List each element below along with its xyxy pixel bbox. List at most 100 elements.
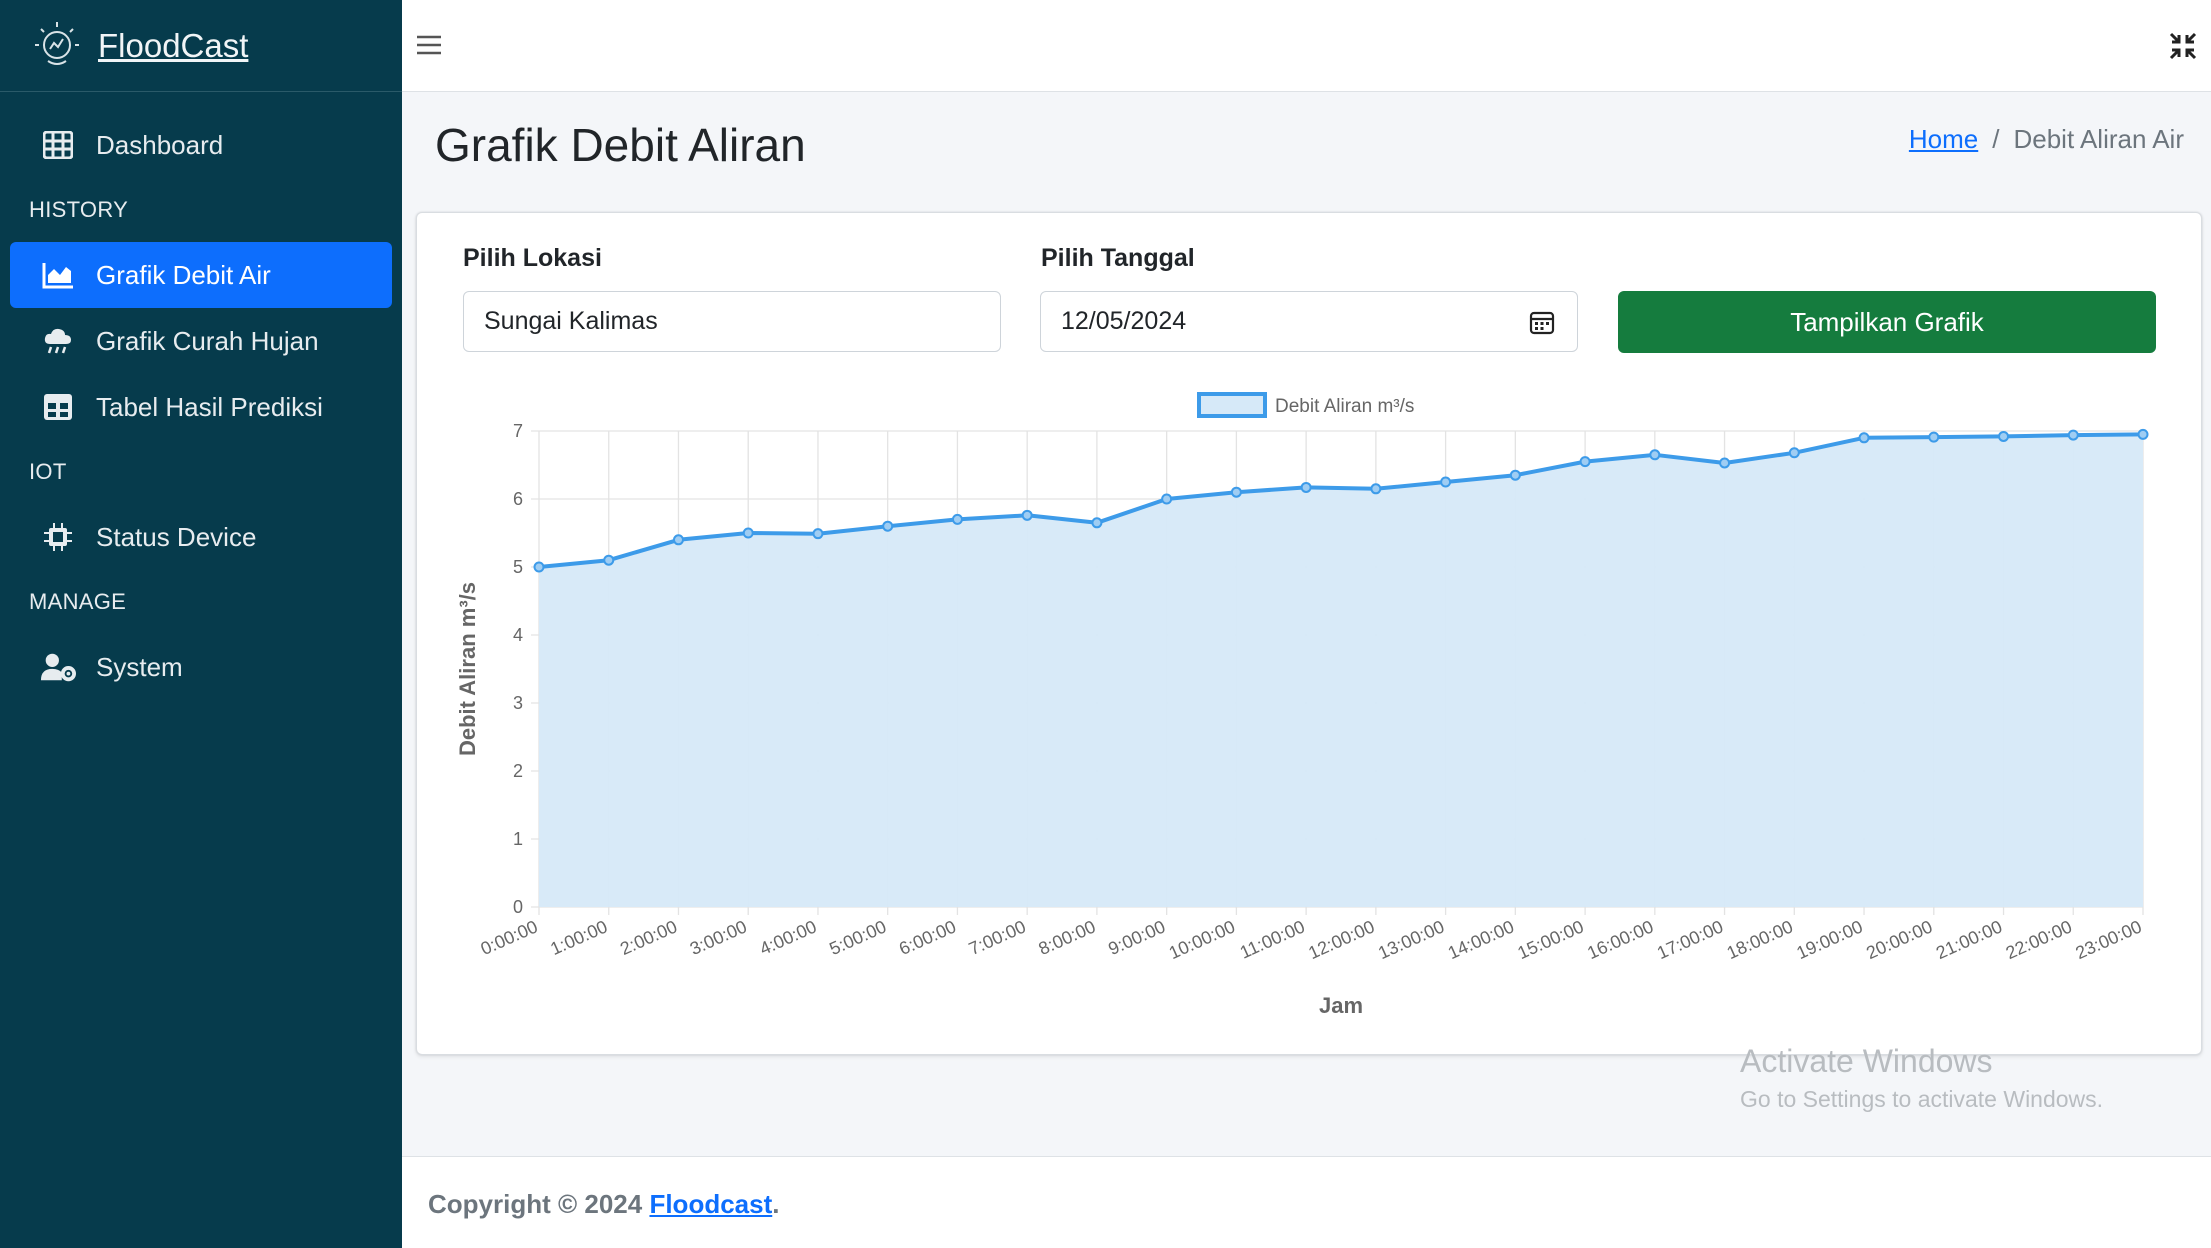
- copyright-prefix: Copyright © 2024: [428, 1189, 643, 1219]
- floodcast-logo-icon: [35, 21, 79, 65]
- chart-data-point[interactable]: [812, 528, 824, 540]
- chart-data-point[interactable]: [1509, 469, 1521, 481]
- chart-x-tick-label: 9:00:00: [1105, 916, 1168, 959]
- chart-data-point[interactable]: [1998, 430, 2010, 442]
- chart-x-tick-label: 1:00:00: [547, 916, 610, 959]
- footer: Copyright © 2024 Floodcast.: [402, 1156, 2211, 1248]
- breadcrumb-current: Debit Aliran Air: [2013, 124, 2184, 154]
- chart-data-point[interactable]: [1440, 476, 1452, 488]
- chart-data-point[interactable]: [1788, 447, 1800, 459]
- sidebar-item-label: Status Device: [96, 521, 257, 552]
- sidebar-item-grafik-curah-hujan[interactable]: Grafik Curah Hujan: [10, 308, 392, 374]
- breadcrumb-home-link[interactable]: Home: [1909, 124, 1978, 155]
- chart-data-point[interactable]: [1370, 483, 1382, 495]
- windows-activation-watermark: Activate Windows Go to Settings to activ…: [1740, 1043, 2103, 1113]
- table-icon: [40, 389, 76, 425]
- chart-y-tick-label: 4: [513, 625, 523, 645]
- chart-x-tick-label: 19:00:00: [1794, 916, 1866, 963]
- chart-data-point[interactable]: [1230, 486, 1242, 498]
- sidebar-item-label: System: [96, 651, 183, 682]
- chart-data-point[interactable]: [603, 554, 615, 566]
- chart-x-tick-label: 4:00:00: [757, 916, 820, 959]
- topbar: [402, 0, 2211, 92]
- user-gear-icon: [40, 649, 76, 685]
- copyright-text: Copyright © 2024 Floodcast.: [428, 1189, 779, 1220]
- chart-x-tick-label: 22:00:00: [2003, 916, 2075, 963]
- footer-floodcast-link[interactable]: Floodcast: [649, 1189, 772, 1219]
- sidebar-item-label: Tabel Hasil Prediksi: [96, 391, 323, 422]
- nav-header-history: HISTORY: [29, 197, 129, 222]
- chart-card: Pilih Lokasi Sungai Kalimas Pilih Tangga…: [416, 212, 2202, 1055]
- fullscreen-exit-icon[interactable]: [2167, 30, 2199, 62]
- chart-data-point[interactable]: [1858, 432, 1870, 444]
- chart-x-tick-label: 17:00:00: [1654, 916, 1726, 963]
- chart-y-tick-label: 3: [513, 693, 523, 713]
- sidebar-item-label: Dashboard: [96, 129, 224, 160]
- table-grid-icon: [40, 127, 76, 163]
- hamburger-menu-icon[interactable]: [414, 30, 444, 60]
- chart-area-fill: [539, 434, 2143, 907]
- chart-y-tick-label: 1: [513, 829, 523, 849]
- chart-y-tick-label: 2: [513, 761, 523, 781]
- watermark-title: Activate Windows: [1740, 1043, 1993, 1079]
- chart-x-tick-label: 15:00:00: [1515, 916, 1587, 963]
- page-title: Grafik Debit Aliran: [435, 119, 806, 171]
- chart-data-point[interactable]: [1021, 509, 1033, 521]
- chart-x-tick-label: 6:00:00: [896, 916, 959, 959]
- chart-x-tick-label: 0:00:00: [478, 916, 541, 959]
- chart-y-tick-label: 7: [513, 421, 523, 441]
- chart-x-tick-label: 2:00:00: [617, 916, 680, 959]
- chart-x-tick-label: 3:00:00: [687, 916, 750, 959]
- chart-data-point[interactable]: [1091, 517, 1103, 529]
- sidebar-item-tabel-hasil-prediksi[interactable]: Tabel Hasil Prediksi: [10, 374, 392, 440]
- nav-header-manage: MANAGE: [29, 589, 127, 614]
- chart-x-tick-label: 5:00:00: [826, 916, 889, 959]
- sidebar-item-system[interactable]: System: [10, 634, 392, 700]
- sidebar-item-label: Grafik Debit Air: [96, 259, 271, 290]
- watermark-subtitle: Go to Settings to activate Windows.: [1740, 1086, 2104, 1112]
- chart-x-tick-label: 7:00:00: [966, 916, 1029, 959]
- chart-legend-label[interactable]: Debit Aliran m³/s: [1275, 396, 1414, 417]
- nav-header-iot: IOT: [29, 459, 67, 484]
- chart-data-point[interactable]: [1649, 449, 1661, 461]
- chart-data-point[interactable]: [1161, 493, 1173, 505]
- sidebar-item-label: Grafik Curah Hujan: [96, 325, 319, 356]
- chart-x-tick-label: 8:00:00: [1036, 916, 1099, 959]
- chart-x-tick-label: 20:00:00: [1863, 916, 1935, 963]
- chart-data-point[interactable]: [742, 527, 754, 539]
- chart-x-tick-label: 18:00:00: [1724, 916, 1796, 963]
- brand[interactable]: FloodCast: [0, 0, 402, 92]
- chart-y-axis-label: Debit Aliran m³/s: [455, 582, 480, 756]
- chart-y-tick-label: 5: [513, 557, 523, 577]
- chart-x-tick-label: 10:00:00: [1166, 916, 1238, 963]
- chart-y-tick-label: 6: [513, 489, 523, 509]
- sidebar: FloodCast Dashboard HISTORY Grafik Debit…: [0, 0, 402, 1248]
- cloud-rain-icon: [40, 323, 76, 359]
- sidebar-item-status-device[interactable]: Status Device: [10, 504, 392, 570]
- chart-x-tick-label: 16:00:00: [1584, 916, 1656, 963]
- chart-x-tick-label: 11:00:00: [1237, 916, 1308, 962]
- chart-data-point[interactable]: [951, 513, 963, 525]
- chart-data-point[interactable]: [1719, 457, 1731, 469]
- sidebar-nav: Dashboard HISTORY Grafik Debit Air Grafi…: [0, 92, 402, 700]
- chart-x-tick-label: 21:00:00: [1933, 916, 2005, 963]
- chart-data-point[interactable]: [882, 520, 894, 532]
- chart-x-tick-label: 23:00:00: [2072, 916, 2144, 963]
- chart-data-point[interactable]: [2067, 429, 2079, 441]
- breadcrumb-separator: /: [1992, 124, 2000, 154]
- chart-data-point[interactable]: [1300, 481, 1312, 493]
- chart-data-point[interactable]: [533, 561, 545, 573]
- chart-y-tick-label: 0: [513, 897, 523, 917]
- sidebar-item-grafik-debit-air[interactable]: Grafik Debit Air: [10, 242, 392, 308]
- chart-x-tick-label: 12:00:00: [1305, 916, 1377, 963]
- brand-name[interactable]: FloodCast: [98, 27, 248, 65]
- chart-x-tick-label: 14:00:00: [1445, 916, 1517, 963]
- debit-aliran-chart: 0 1 2 3 4 5 6 7 0:00:00 1:00:00 2:00:00 3:00:00 4:0…: [455, 392, 2149, 1018]
- chart-data-point[interactable]: [672, 534, 684, 546]
- chart-legend-swatch[interactable]: [1197, 392, 1267, 418]
- chart-data-point[interactable]: [2137, 428, 2149, 440]
- sidebar-item-dashboard[interactable]: Dashboard: [10, 112, 392, 178]
- chart-data-point[interactable]: [1928, 431, 1940, 443]
- chart-data-point[interactable]: [1579, 456, 1591, 468]
- copyright-suffix: .: [772, 1189, 780, 1219]
